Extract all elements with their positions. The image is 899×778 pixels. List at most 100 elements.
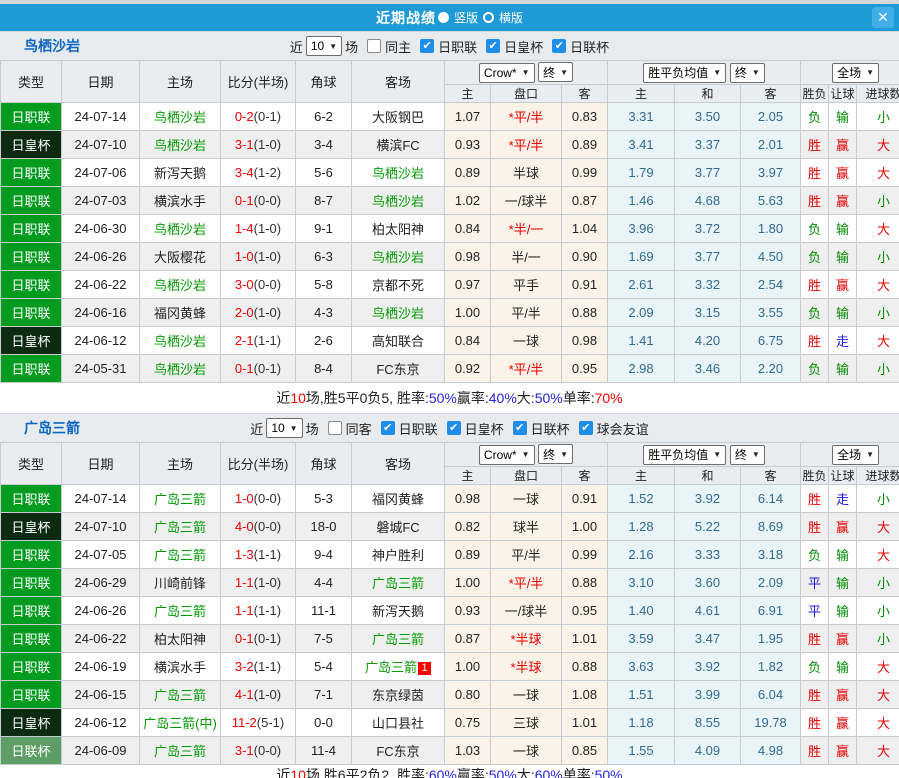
league-checkbox-1-1[interactable]: ✔ [447, 421, 461, 435]
handicap: 半/一 [491, 243, 562, 271]
avg-draw: 3.50 [675, 103, 741, 131]
same-venue-checkbox[interactable] [328, 421, 342, 435]
same-venue-checkbox[interactable] [367, 39, 381, 53]
vertical-layout-radio[interactable] [438, 12, 449, 23]
team-summary: 近10场,胜6平2负2, 胜率:60% 赢率:50% 大:60% 单率:50% [0, 765, 899, 778]
avg-home: 3.10 [608, 569, 675, 597]
handicap: *平/半 [491, 131, 562, 159]
odds-group-header: Crow*▼ 终▼ [445, 61, 608, 85]
league-checkbox-0-2[interactable]: ✔ [552, 39, 566, 53]
score: 1-1(1-1) [221, 597, 296, 625]
odds-final-select[interactable]: 终▼ [538, 444, 573, 464]
away-odds: 0.99 [562, 541, 608, 569]
handicap: 一球 [491, 327, 562, 355]
match-date: 24-06-12 [62, 709, 140, 737]
odds-company-select[interactable]: Crow*▼ [479, 63, 535, 83]
win-loss-result: 平 [801, 597, 829, 625]
same-venue-label: 同主 [385, 37, 411, 56]
avg-draw: 3.92 [675, 485, 741, 513]
sub-column-header: 和 [675, 85, 741, 103]
handicap-result: 赢 [829, 709, 857, 737]
league-checkbox-0-1[interactable]: ✔ [486, 39, 500, 53]
avg-draw: 3.47 [675, 625, 741, 653]
handicap: 球半 [491, 513, 562, 541]
home-odds: 1.02 [445, 187, 491, 215]
league-badge: 日职联 [1, 625, 62, 653]
away-team: 鸟栖沙岩 [352, 187, 445, 215]
match-date: 24-06-29 [62, 569, 140, 597]
handicap: *平/半 [491, 355, 562, 383]
league-checkbox-0-0[interactable]: ✔ [420, 39, 434, 53]
home-odds: 0.82 [445, 513, 491, 541]
corners: 5-6 [296, 159, 352, 187]
league-badge: 日职联 [1, 597, 62, 625]
corners: 7-1 [296, 681, 352, 709]
chevron-down-icon: ▼ [713, 450, 721, 459]
home-team: 川崎前锋 [140, 569, 221, 597]
home-team: 广岛三箭 [140, 597, 221, 625]
avg-home: 3.31 [608, 103, 675, 131]
match-date: 24-06-22 [62, 625, 140, 653]
table-row: 日皇杯 24-07-10 广岛三箭 4-0(0-0) 18-0 磐城FC 0.8… [1, 513, 899, 541]
table-row: 日职联 24-07-14 鸟栖沙岩 0-2(0-1) 6-2 大阪钢巴 1.07… [1, 103, 899, 131]
table-row: 日职联 24-06-22 鸟栖沙岩 3-0(0-0) 5-8 京都不死 0.97… [1, 271, 899, 299]
league-badge: 日职联 [1, 215, 62, 243]
match-date: 24-06-19 [62, 653, 140, 681]
chevron-down-icon: ▼ [290, 424, 298, 433]
avg-away: 3.97 [741, 159, 801, 187]
score: 0-1(0-1) [221, 625, 296, 653]
home-odds: 0.80 [445, 681, 491, 709]
sub-column-header: 盘口 [491, 85, 562, 103]
table-row: 日职联 24-06-15 广岛三箭 4-1(1-0) 7-1 东京绿茵 0.80… [1, 681, 899, 709]
avg-type-select[interactable]: 胜平负均值▼ [643, 63, 726, 83]
handicap-result: 输 [829, 653, 857, 681]
odds-group-header: Crow*▼ 终▼ [445, 443, 608, 467]
avg-draw: 3.92 [675, 653, 741, 681]
league-checkbox-1-3[interactable]: ✔ [579, 421, 593, 435]
avg-draw: 3.99 [675, 681, 741, 709]
fulltime-select[interactable]: 全场▼ [832, 445, 879, 465]
handicap-result: 输 [829, 569, 857, 597]
away-odds: 0.95 [562, 355, 608, 383]
away-team: 新泻天鹅 [352, 597, 445, 625]
odds-company-select[interactable]: Crow*▼ [479, 445, 535, 465]
handicap-result: 输 [829, 597, 857, 625]
away-odds: 1.01 [562, 625, 608, 653]
home-team: 广岛三箭 [140, 485, 221, 513]
league-badge: 日职联 [1, 653, 62, 681]
horizontal-layout-radio[interactable] [483, 12, 494, 23]
home-team: 鸟栖沙岩 [140, 271, 221, 299]
handicap-result: 输 [829, 299, 857, 327]
league-checkbox-1-2[interactable]: ✔ [513, 421, 527, 435]
avg-type-select[interactable]: 胜平负均值▼ [643, 445, 726, 465]
avg-draw: 3.33 [675, 541, 741, 569]
odds-final-select[interactable]: 终▼ [538, 62, 573, 82]
sub-column-header: 胜负 [801, 467, 829, 485]
away-team: 磐城FC [352, 513, 445, 541]
fulltime-select[interactable]: 全场▼ [832, 63, 879, 83]
avg-away: 1.82 [741, 653, 801, 681]
away-team: 鸟栖沙岩 [352, 299, 445, 327]
avg-away: 2.54 [741, 271, 801, 299]
avg-final-select[interactable]: 终▼ [730, 445, 765, 465]
corners: 4-4 [296, 569, 352, 597]
handicap: *半球 [491, 653, 562, 681]
match-count-select[interactable]: 10▼ [266, 418, 302, 438]
sub-column-header: 让球 [829, 467, 857, 485]
chevron-down-icon: ▼ [560, 68, 568, 77]
table-row: 日职联 24-06-16 福冈黄蜂 2-0(1-0) 4-3 鸟栖沙岩 1.00… [1, 299, 899, 327]
home-team: 广岛三箭 [140, 681, 221, 709]
corners: 6-3 [296, 243, 352, 271]
avg-home: 1.55 [608, 737, 675, 765]
league-checkbox-1-0[interactable]: ✔ [381, 421, 395, 435]
score: 0-1(0-1) [221, 355, 296, 383]
team-filter-bar: 广岛三箭 近 10▼ 场 同客 ✔日职联✔日皇杯✔日联杯✔球会友谊 [0, 413, 899, 442]
avg-draw: 8.55 [675, 709, 741, 737]
match-count-select[interactable]: 10▼ [306, 36, 342, 56]
fulltime-group-header: 全场▼ [801, 61, 899, 85]
handicap-result: 输 [829, 243, 857, 271]
close-icon[interactable]: ✕ [872, 7, 894, 28]
avg-final-select[interactable]: 终▼ [730, 63, 765, 83]
score: 3-4(1-2) [221, 159, 296, 187]
away-team: 鸟栖沙岩 [352, 159, 445, 187]
